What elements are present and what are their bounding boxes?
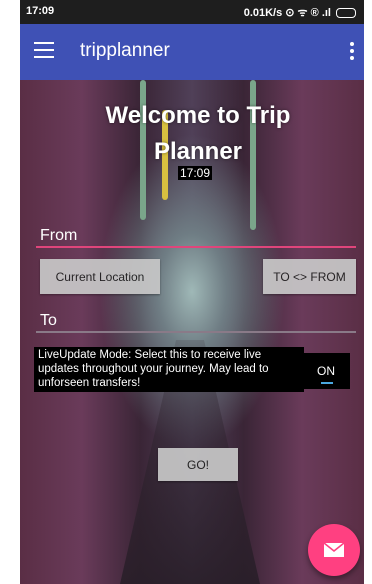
status-indicators: 0.01K/s ⊙ ᯤ ® .ıl — [244, 5, 356, 20]
toggle-indicator — [321, 382, 333, 384]
app-bar: tripplanner — [20, 24, 364, 80]
go-button[interactable]: GO! — [158, 448, 238, 481]
email-fab[interactable] — [308, 524, 360, 576]
to-underline — [36, 331, 356, 333]
live-toggle-label: ON — [317, 364, 335, 378]
swap-to-from-button[interactable]: TO <> FROM — [263, 259, 356, 294]
app-screen: 17:09 0.01K/s ⊙ ᯤ ® .ıl tripplanner Welc… — [20, 0, 364, 584]
battery-icon — [336, 7, 356, 18]
from-underline — [36, 246, 356, 248]
current-location-button[interactable]: Current Location — [40, 259, 160, 294]
status-bar: 17:09 0.01K/s ⊙ ᯤ ® .ıl — [20, 0, 364, 24]
email-icon — [323, 542, 345, 557]
from-label[interactable]: From — [40, 227, 77, 245]
network-indicators: 0.01K/s ⊙ ᯤ ® .ıl — [243, 7, 331, 19]
welcome-title: Welcome to Trip Planner — [105, 102, 291, 165]
live-update-toggle[interactable]: ON — [302, 353, 350, 389]
menu-icon[interactable] — [34, 42, 54, 58]
live-update-description: LiveUpdate Mode: Select this to receive … — [34, 347, 304, 393]
clock-text: 17:09 — [178, 166, 213, 180]
app-title: tripplanner — [80, 40, 170, 61]
overflow-menu-icon[interactable] — [350, 42, 354, 63]
status-time: 17:09 — [26, 5, 55, 17]
to-label[interactable]: To — [40, 312, 57, 330]
